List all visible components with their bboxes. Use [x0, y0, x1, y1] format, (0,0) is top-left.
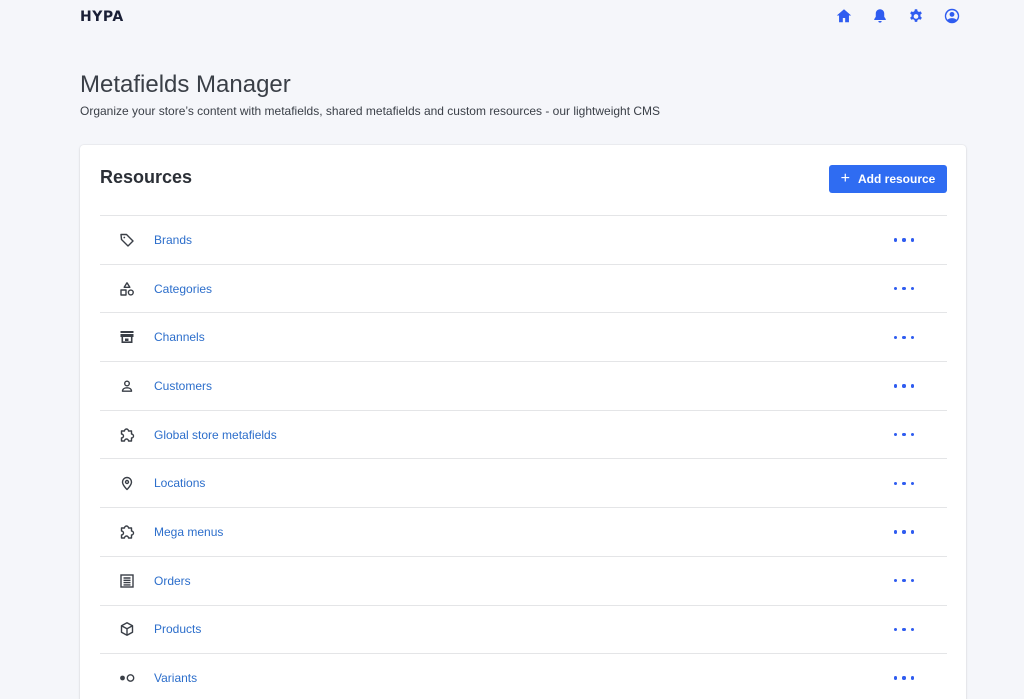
user-circle-icon[interactable]	[942, 6, 962, 26]
more-horizontal-icon[interactable]	[894, 670, 914, 686]
list-item[interactable]: Mega menus	[100, 508, 947, 557]
resource-link[interactable]: Variants	[154, 671, 197, 685]
box-icon	[119, 621, 135, 637]
more-horizontal-icon[interactable]	[894, 281, 914, 297]
resource-link[interactable]: Brands	[154, 233, 192, 247]
resource-link[interactable]: Global store metafields	[154, 428, 277, 442]
list-item[interactable]: Global store metafields	[100, 411, 947, 460]
resource-link[interactable]: Categories	[154, 282, 212, 296]
resource-link[interactable]: Mega menus	[154, 525, 223, 539]
list-item[interactable]: Channels	[100, 313, 947, 363]
puzzle-icon	[119, 524, 135, 540]
more-horizontal-icon[interactable]	[894, 524, 914, 540]
plus-icon: +	[840, 170, 850, 187]
shapes-icon	[119, 281, 135, 297]
tag-icon	[119, 232, 135, 248]
list-item[interactable]: Brands	[100, 216, 947, 265]
list-item[interactable]: Variants	[100, 654, 947, 699]
home-icon[interactable]	[834, 6, 854, 26]
person-icon	[119, 378, 135, 394]
more-horizontal-icon[interactable]	[894, 232, 914, 248]
page-title: Metafields Manager	[80, 71, 291, 98]
more-horizontal-icon[interactable]	[894, 621, 914, 637]
top-icons	[834, 6, 962, 26]
resource-link[interactable]: Channels	[154, 330, 205, 344]
page-header: Metafields Manager Organize your store’s…	[80, 70, 660, 118]
list-item[interactable]: Orders	[100, 557, 947, 606]
resources-title: Resources	[100, 167, 193, 187]
resources-list: Brands Categories Channels Customers Glo…	[100, 215, 947, 699]
app-logo[interactable]: HYPA	[80, 9, 124, 25]
list-item[interactable]: Products	[100, 606, 947, 655]
add-resource-label: Add resource	[857, 172, 936, 186]
resource-link[interactable]: Customers	[154, 379, 212, 393]
list-item[interactable]: Locations	[100, 459, 947, 509]
resource-link[interactable]: Products	[154, 622, 201, 636]
list-item[interactable]: Categories	[100, 265, 947, 314]
puzzle-icon	[119, 427, 135, 443]
location-pin-icon	[119, 475, 135, 491]
more-horizontal-icon[interactable]	[894, 475, 914, 491]
store-icon	[119, 329, 135, 345]
more-horizontal-icon[interactable]	[894, 573, 914, 589]
bell-icon[interactable]	[870, 6, 890, 26]
variants-toggle-icon	[119, 670, 135, 686]
document-list-icon	[119, 573, 135, 589]
resources-card: Resources + Add resource Brands Categori…	[80, 145, 966, 699]
more-horizontal-icon[interactable]	[894, 378, 914, 394]
more-horizontal-icon[interactable]	[894, 427, 914, 443]
add-resource-button[interactable]: + Add resource	[829, 165, 947, 193]
resource-link[interactable]: Locations	[154, 476, 205, 490]
gear-icon[interactable]	[906, 6, 926, 26]
top-bar: HYPA	[0, 0, 1024, 34]
more-horizontal-icon[interactable]	[894, 329, 914, 345]
list-item[interactable]: Customers	[100, 362, 947, 411]
resource-link[interactable]: Orders	[154, 574, 191, 588]
page-subtitle: Organize your store’s content with metaf…	[80, 104, 661, 118]
